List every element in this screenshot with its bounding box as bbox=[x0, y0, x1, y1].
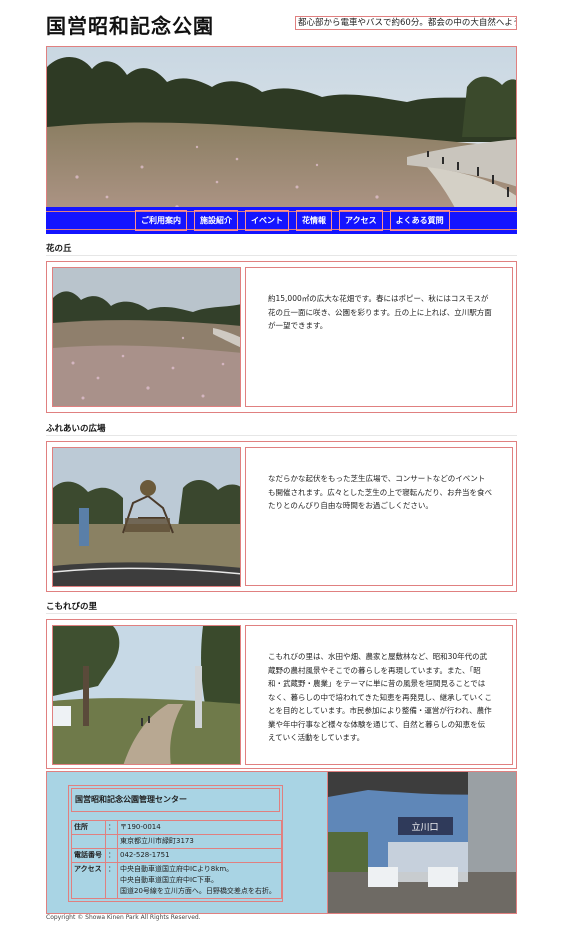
access-line: 国道20号線を立川方面へ。日野橋交差点を右折。 bbox=[120, 887, 276, 895]
copyright: Copyright © Showa Kinen Park All Rights … bbox=[46, 914, 201, 921]
row-value: 中央自動車道国立府中ICより8km。 中央自動車道国立府中IC下車。 国道20号… bbox=[117, 862, 282, 899]
row-colon: ： bbox=[105, 848, 118, 863]
section-divider bbox=[46, 435, 517, 436]
site-tagline: 都心部から電車やバスで約60分。都会の中の大自然へようこそ！ bbox=[295, 16, 517, 30]
hero-image bbox=[46, 46, 517, 234]
main-nav: ご利用案内 施設紹介 イベント 花情報 アクセス よくある質問 bbox=[46, 207, 517, 234]
access-line: 中央自動車道国立府中IC下車。 bbox=[120, 876, 218, 884]
row-colon: ： bbox=[105, 820, 118, 835]
section-heading: こもれびの里 bbox=[46, 602, 98, 612]
phone-number: 042-528-1751 bbox=[120, 851, 170, 859]
contact-info: 国営昭和記念公園管理センター 住所 ： 〒190-0014 東京都立川市緑町31… bbox=[68, 785, 283, 902]
section-photo bbox=[52, 625, 241, 765]
row-key bbox=[71, 834, 106, 849]
nav-item-flowers[interactable]: 花情報 bbox=[296, 210, 332, 231]
address-postal: 〒190-0014 bbox=[120, 823, 161, 831]
row-colon bbox=[105, 834, 118, 849]
nav-item-access[interactable]: アクセス bbox=[339, 210, 383, 231]
section-text: こもれびの里は、水田や畑、農家と屋敷林など、昭和30年代の武蔵野の農村風景やそこ… bbox=[245, 625, 513, 765]
site-title: 国営昭和記念公園 bbox=[46, 14, 214, 38]
section-photo bbox=[52, 447, 241, 587]
nav-item-faq[interactable]: よくある質問 bbox=[389, 210, 450, 231]
section-card: 約15,000㎡の広大な花畑です。春にはポピー、秋にはコスモスが花の丘一面に咲き… bbox=[46, 261, 517, 413]
section-text: なだらかな起伏をもった芝生広場で、コンサートなどのイベントも開催されます。広々と… bbox=[245, 447, 513, 586]
table-row: 電話番号 ： 042-528-1751 bbox=[71, 848, 282, 863]
row-key: 電話番号 bbox=[71, 848, 106, 863]
footer: 国営昭和記念公園管理センター 住所 ： 〒190-0014 東京都立川市緑町31… bbox=[46, 771, 517, 914]
center-name: 国営昭和記念公園管理センター bbox=[71, 788, 280, 812]
section-text: 約15,000㎡の広大な花畑です。春にはポピー、秋にはコスモスが花の丘一面に咲き… bbox=[245, 267, 513, 407]
section-divider bbox=[46, 255, 517, 256]
table-row: 住所 ： 〒190-0014 bbox=[71, 820, 282, 835]
contact-table: 住所 ： 〒190-0014 東京都立川市緑町3173 電話番号 ： 042-5… bbox=[71, 820, 282, 899]
nav-item-guide[interactable]: ご利用案内 bbox=[135, 210, 187, 231]
row-key: 住所 bbox=[71, 820, 106, 835]
row-colon: ： bbox=[105, 862, 118, 899]
row-value: 042-528-1751 bbox=[117, 848, 282, 863]
table-row: 東京都立川市緑町3173 bbox=[71, 834, 282, 849]
section-card: こもれびの里は、水田や畑、農家と屋敷林など、昭和30年代の武蔵野の農村風景やそこ… bbox=[46, 619, 517, 769]
entrance-sign: 立川口 bbox=[411, 821, 438, 833]
table-row: アクセス ： 中央自動車道国立府中ICより8km。 中央自動車道国立府中IC下車… bbox=[71, 862, 282, 899]
entrance-photo: 立川口 bbox=[327, 772, 516, 913]
row-key: アクセス bbox=[71, 862, 106, 899]
nav-item-events[interactable]: イベント bbox=[245, 210, 289, 231]
nav-item-facilities[interactable]: 施設紹介 bbox=[194, 210, 238, 231]
section-heading: 花の丘 bbox=[46, 244, 72, 254]
section-divider bbox=[46, 613, 517, 614]
access-line: 中央自動車道国立府中ICより8km。 bbox=[120, 865, 234, 873]
section-heading: ふれあいの広場 bbox=[46, 424, 106, 434]
row-value: 〒190-0014 bbox=[117, 820, 282, 835]
section-card: なだらかな起伏をもった芝生広場で、コンサートなどのイベントも開催されます。広々と… bbox=[46, 441, 517, 592]
section-photo bbox=[52, 267, 241, 407]
row-value: 東京都立川市緑町3173 bbox=[117, 834, 282, 849]
address-street: 東京都立川市緑町3173 bbox=[120, 837, 194, 845]
